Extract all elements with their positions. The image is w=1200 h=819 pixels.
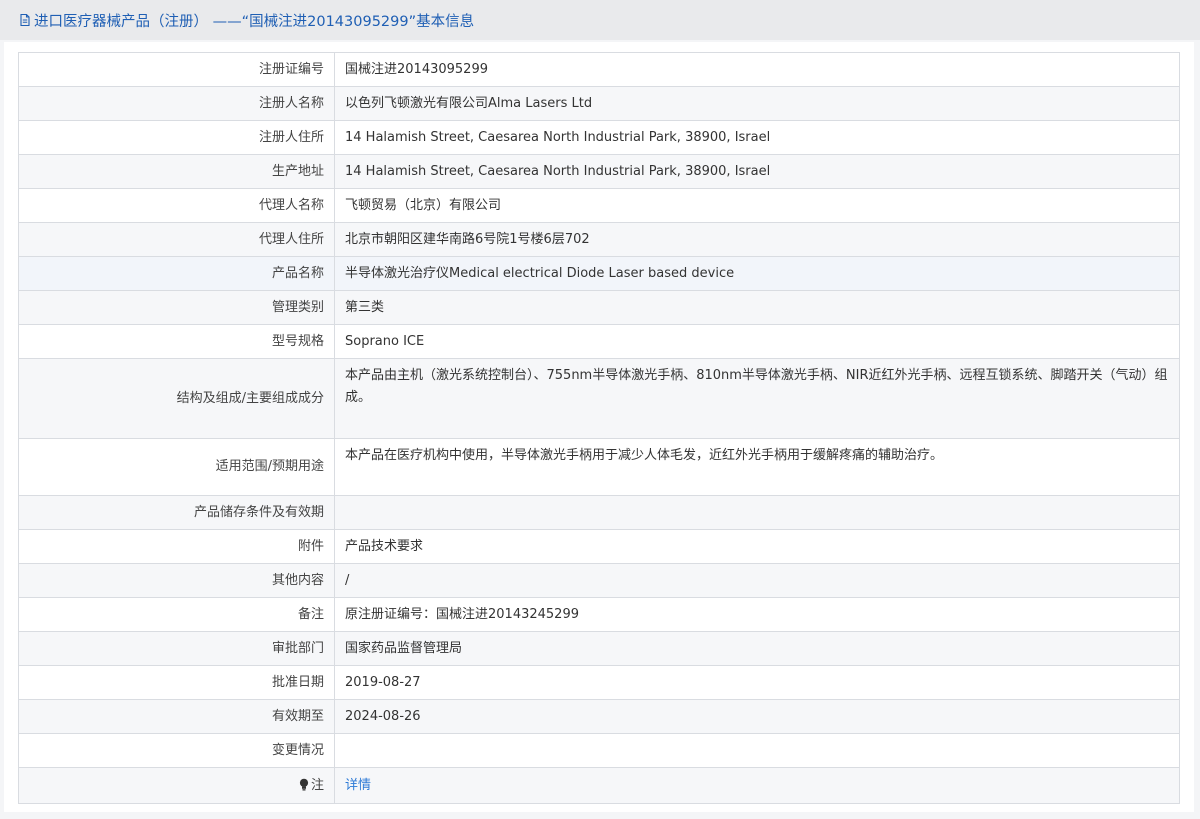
field-value: 原注册证编号：国械注进20143245299 <box>334 597 1180 632</box>
field-label: 附件 <box>18 529 335 564</box>
table-row: 产品名称 半导体激光治疗仪Medical electrical Diode La… <box>18 256 1180 291</box>
document-icon <box>18 13 32 27</box>
field-label: 代理人住所 <box>18 222 335 257</box>
field-value <box>334 733 1180 768</box>
field-value: 2019-08-27 <box>334 665 1180 700</box>
table-row: 结构及组成/主要组成成分 本产品由主机（激光系统控制台）、755nm半导体激光手… <box>18 358 1180 439</box>
info-table: 注册证编号 国械注进20143095299 注册人名称 以色列飞顿激光有限公司A… <box>18 52 1180 804</box>
field-label: 型号规格 <box>18 324 335 359</box>
field-label: 产品名称 <box>18 256 335 291</box>
note-label: 注 <box>310 777 324 793</box>
field-value: 本产品在医疗机构中使用，半导体激光手柄用于减少人体毛发，近红外光手柄用于缓解疼痛… <box>334 438 1180 496</box>
table-row: 型号规格 Soprano ICE <box>18 324 1180 359</box>
field-label: 代理人名称 <box>18 188 335 223</box>
table-row: 审批部门 国家药品监督管理局 <box>18 631 1180 666</box>
field-value: 14 Halamish Street, Caesarea North Indus… <box>334 120 1180 155</box>
table-row: 备注 原注册证编号：国械注进20143245299 <box>18 597 1180 632</box>
field-value: Soprano ICE <box>334 324 1180 359</box>
field-value: 本产品由主机（激光系统控制台）、755nm半导体激光手柄、810nm半导体激光手… <box>334 358 1180 439</box>
table-row: 注册人名称 以色列飞顿激光有限公司Alma Lasers Ltd <box>18 86 1180 121</box>
field-label: 其他内容 <box>18 563 335 598</box>
field-label: 注册人住所 <box>18 120 335 155</box>
field-label: 产品储存条件及有效期 <box>18 495 335 530</box>
lightbulb-icon <box>299 777 309 790</box>
field-value: 2024-08-26 <box>334 699 1180 734</box>
table-row: 有效期至 2024-08-26 <box>18 699 1180 734</box>
field-label: 审批部门 <box>18 631 335 666</box>
field-value: 以色列飞顿激光有限公司Alma Lasers Ltd <box>334 86 1180 121</box>
field-value: / <box>334 563 1180 598</box>
field-label: 生产地址 <box>18 154 335 189</box>
field-value: 飞顿贸易（北京）有限公司 <box>334 188 1180 223</box>
table-row: 注册人住所 14 Halamish Street, Caesarea North… <box>18 120 1180 155</box>
field-label: 变更情况 <box>18 733 335 768</box>
field-value: 半导体激光治疗仪Medical electrical Diode Laser b… <box>334 256 1180 291</box>
page-header: 进口医疗器械产品（注册） ——“国械注进20143095299”基本信息 <box>0 0 1200 40</box>
field-value: 国家药品监督管理局 <box>334 631 1180 666</box>
note-label-cell: 注 <box>18 767 335 804</box>
details-link[interactable]: 详情 <box>345 778 371 793</box>
field-label: 注册人名称 <box>18 86 335 121</box>
table-row: 其他内容 / <box>18 563 1180 598</box>
field-label: 有效期至 <box>18 699 335 734</box>
table-row: 代理人住所 北京市朝阳区建华南路6号院1号楼6层702 <box>18 222 1180 257</box>
field-value: 北京市朝阳区建华南路6号院1号楼6层702 <box>334 222 1180 257</box>
table-row: 变更情况 <box>18 733 1180 768</box>
info-panel: 注册证编号 国械注进20143095299 注册人名称 以色列飞顿激光有限公司A… <box>4 42 1194 812</box>
field-value: 产品技术要求 <box>334 529 1180 564</box>
table-row: 附件 产品技术要求 <box>18 529 1180 564</box>
table-row: 注册证编号 国械注进20143095299 <box>18 52 1180 87</box>
note-row: 注 详情 <box>18 767 1180 804</box>
note-value-cell: 详情 <box>334 767 1180 804</box>
page-title: 进口医疗器械产品（注册） ——“国械注进20143095299”基本信息 <box>34 13 475 30</box>
field-label: 管理类别 <box>18 290 335 325</box>
field-value: 第三类 <box>334 290 1180 325</box>
field-label: 备注 <box>18 597 335 632</box>
field-value <box>334 495 1180 530</box>
field-label: 注册证编号 <box>18 52 335 87</box>
field-label: 批准日期 <box>18 665 335 700</box>
table-row: 代理人名称 飞顿贸易（北京）有限公司 <box>18 188 1180 223</box>
table-row: 产品储存条件及有效期 <box>18 495 1180 530</box>
table-row: 适用范围/预期用途 本产品在医疗机构中使用，半导体激光手柄用于减少人体毛发，近红… <box>18 438 1180 496</box>
table-row: 生产地址 14 Halamish Street, Caesarea North … <box>18 154 1180 189</box>
table-row: 批准日期 2019-08-27 <box>18 665 1180 700</box>
field-label: 适用范围/预期用途 <box>18 438 335 496</box>
field-value: 14 Halamish Street, Caesarea North Indus… <box>334 154 1180 189</box>
table-row: 管理类别 第三类 <box>18 290 1180 325</box>
field-label: 结构及组成/主要组成成分 <box>18 358 335 439</box>
field-value: 国械注进20143095299 <box>334 52 1180 87</box>
